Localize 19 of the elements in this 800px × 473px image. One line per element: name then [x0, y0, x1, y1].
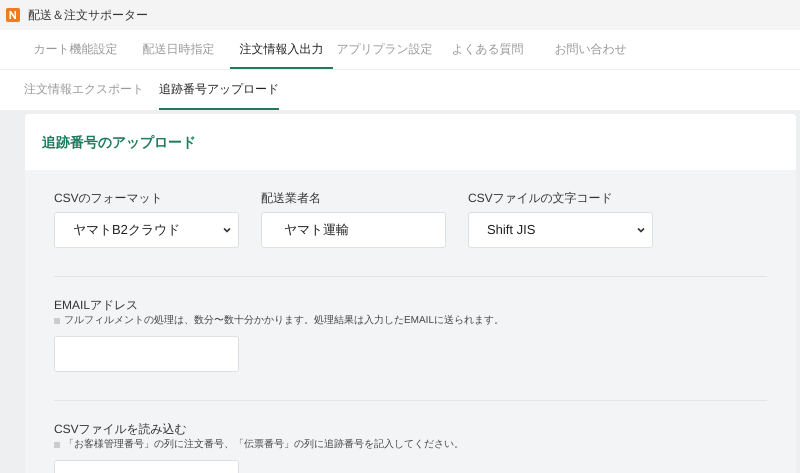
- tab[interactable]: お問い合わせ: [539, 30, 642, 69]
- help-text: 「お客様管理番号」の列に注文番号、「伝票番号」の列に追跡番号を記入してください。: [64, 438, 464, 452]
- app-title: 配送＆注文サポーター: [28, 7, 148, 24]
- subtab[interactable]: 追跡番号アップロード: [159, 70, 279, 110]
- tab[interactable]: アプリプラン設定: [333, 30, 436, 69]
- field-label: CSVファイルの文字コード: [468, 190, 614, 206]
- tab[interactable]: 配送日時指定: [127, 30, 230, 69]
- tab[interactable]: よくある質問: [436, 30, 539, 69]
- help-text: フルフィルメントの処理は、数分〜数十分かかります。処理結果は入力したEMAILに送られます。: [64, 314, 504, 328]
- text-field[interactable]: ヤマト運輸: [261, 212, 446, 248]
- field-label: EMAILアドレス: [54, 297, 140, 313]
- dropdown[interactable]: ヤマトB2クラウド: [54, 212, 239, 248]
- subtab[interactable]: 注文情報エクスポート: [24, 70, 144, 110]
- tab[interactable]: カート機能設定: [24, 30, 127, 69]
- field-label: CSVのフォーマット: [54, 190, 164, 206]
- field-label: CSVファイルを読み込む: [54, 421, 188, 437]
- card-title: 追跡番号のアップロード: [42, 132, 196, 152]
- field-label: 配送業者名: [261, 190, 322, 206]
- dropdown[interactable]: Shift JIS: [468, 212, 653, 248]
